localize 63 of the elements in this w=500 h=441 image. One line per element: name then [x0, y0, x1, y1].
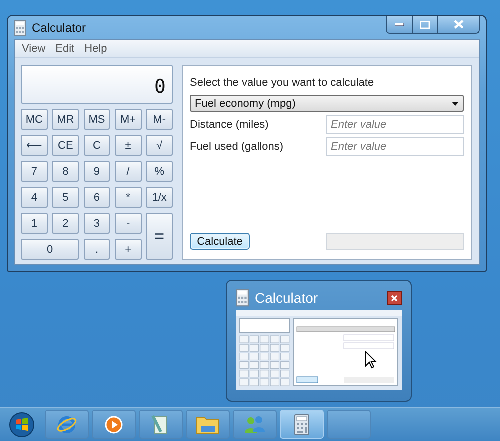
calculator-key[interactable]: * [114, 187, 142, 208]
calculator-key[interactable]: ± [114, 135, 142, 156]
field-label: Distance (miles) [190, 118, 269, 130]
calculator-key[interactable]: C [84, 135, 110, 156]
close-icon [391, 294, 398, 302]
calculator-key[interactable]: . [84, 239, 110, 260]
calculation-dropdown[interactable]: Fuel economy (mpg) [190, 95, 464, 112]
taskbar-button[interactable] [92, 410, 136, 439]
minimize-icon [395, 23, 404, 26]
calculator-key[interactable]: ⟵ [21, 135, 48, 156]
value-input-field[interactable]: Enter value [326, 115, 464, 134]
menu-item[interactable]: Edit [50, 42, 80, 54]
calculator-key[interactable]: MC [21, 109, 48, 130]
dropdown-arrow-icon [452, 102, 459, 106]
maximize-icon [420, 20, 430, 28]
minimize-button[interactable] [387, 16, 412, 33]
calculator-key[interactable]: 0 [21, 239, 80, 260]
calculator-icon [14, 20, 26, 36]
taskbar-button[interactable] [186, 410, 230, 439]
calculator-key[interactable]: 2 [52, 213, 80, 234]
start-orb-icon [9, 412, 35, 438]
window-title: Calculator [32, 20, 86, 34]
prompt-text: Select the value you want to calculate [190, 77, 376, 89]
folder-icon [196, 414, 220, 434]
close-icon [454, 20, 464, 29]
calculator-key[interactable]: + [114, 239, 142, 260]
calculator-key[interactable]: 8 [52, 161, 80, 182]
calculator-icon [236, 289, 249, 307]
calculate-button[interactable]: Calculate [190, 233, 250, 250]
taskbar-button[interactable] [139, 410, 183, 439]
calculator-key[interactable]: M- [146, 109, 173, 130]
close-button[interactable] [437, 16, 479, 33]
calculator-icon [294, 414, 310, 436]
calculator-key[interactable]: 1/x [146, 187, 173, 208]
people-icon [243, 414, 267, 434]
calculator-key[interactable]: √ [146, 135, 173, 156]
calculator-key[interactable]: 6 [84, 187, 110, 208]
close-button[interactable] [387, 291, 402, 305]
calculator-key[interactable]: CE [52, 135, 80, 156]
calculator-key[interactable]: / [114, 161, 142, 182]
calculator-key[interactable]: 9 [84, 161, 110, 182]
calculator-key[interactable]: 7 [21, 161, 48, 182]
thumbnail-title: Calculator [255, 290, 318, 306]
taskbar-button[interactable] [280, 410, 324, 439]
calculator-key[interactable]: - [114, 213, 142, 234]
calculator-display: 0 [21, 65, 173, 104]
value-input-field[interactable]: Enter value [326, 137, 464, 156]
menu-item[interactable]: Help [80, 42, 112, 54]
calculator-key[interactable]: MR [52, 109, 80, 130]
calculator-key[interactable]: MS [84, 109, 110, 130]
maximize-button[interactable] [412, 16, 437, 33]
calculator-key[interactable]: M+ [114, 109, 142, 130]
browser-e-icon [56, 414, 78, 436]
mouse-pointer-icon [365, 351, 377, 369]
calculator-key[interactable]: 3 [84, 213, 110, 234]
calculator-key[interactable]: = [146, 213, 173, 260]
calculator-key[interactable]: 1 [21, 213, 48, 234]
menu-item[interactable]: View [17, 42, 51, 54]
calculator-key[interactable]: % [146, 161, 173, 182]
field-label: Fuel used (gallons) [190, 140, 284, 152]
calculator-key[interactable]: 4 [21, 187, 48, 208]
play-icon [104, 414, 124, 434]
calculator-key[interactable]: 5 [52, 187, 80, 208]
